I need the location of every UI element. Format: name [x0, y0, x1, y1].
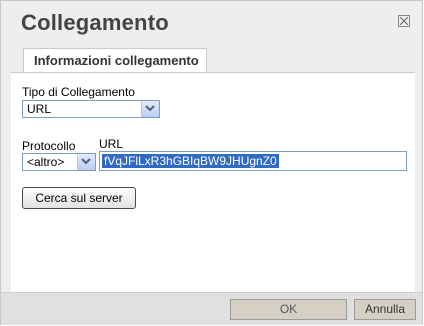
- dialog-footer: OK Annulla: [1, 292, 422, 325]
- protocol-label: Protocollo: [22, 139, 76, 153]
- link-type-value: URL: [27, 102, 52, 116]
- chevron-down-icon[interactable]: [141, 101, 159, 117]
- url-label: URL: [99, 137, 124, 151]
- tab-link-info[interactable]: Informazioni collegamento: [23, 48, 207, 72]
- cancel-button[interactable]: Annulla: [354, 299, 416, 320]
- link-type-label: Tipo di Collegamento: [22, 85, 135, 99]
- dialog-title: Collegamento: [21, 10, 169, 35]
- browse-server-button[interactable]: Cerca sul server: [22, 187, 136, 209]
- ok-button[interactable]: OK: [230, 299, 347, 320]
- url-value: fVqJFlLxR3hGBIqBW9JHUgnZ0: [102, 154, 279, 168]
- protocol-value: <altro>: [27, 155, 65, 169]
- link-type-select[interactable]: URL: [22, 100, 160, 118]
- url-input[interactable]: fVqJFlLxR3hGBIqBW9JHUgnZ0: [99, 151, 407, 171]
- link-dialog: Collegamento Informazioni collegamento T…: [0, 0, 423, 325]
- close-icon[interactable]: [398, 15, 410, 27]
- protocol-select[interactable]: <altro>: [22, 153, 96, 171]
- tab-panel: Tipo di Collegamento URL Protocollo URL …: [11, 72, 415, 292]
- chevron-down-icon[interactable]: [77, 154, 95, 170]
